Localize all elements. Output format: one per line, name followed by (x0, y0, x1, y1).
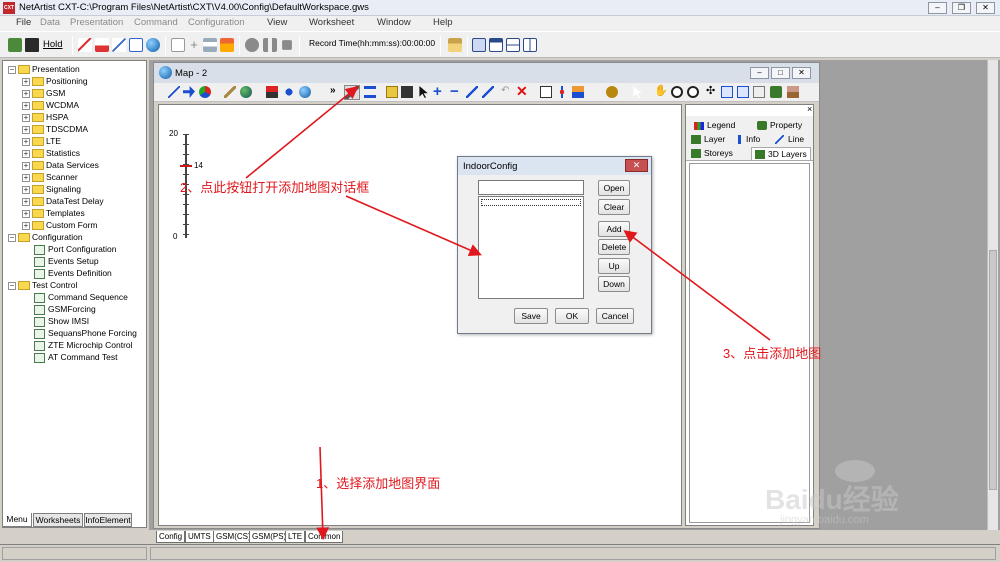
watermark-url: jingyan.baidu.com (780, 514, 869, 526)
annotation-step2: 2、点此按钮打开添加地图对话框 (180, 180, 370, 195)
annotation-arrow-step1 (316, 446, 330, 541)
annotation-step1: 1、选择添加地图界面 (316, 476, 441, 491)
watermark-brand: Baidu经验 (765, 484, 899, 515)
watermark: Baidu经验 jingyan.baidu.com (765, 460, 945, 530)
annotation-arrow-step2-dialog (345, 195, 482, 257)
annotation-arrow-step2 (245, 85, 359, 179)
annotation-step3: 3、点击添加地图 (723, 346, 822, 361)
annotation-arrow-step3 (623, 230, 771, 341)
